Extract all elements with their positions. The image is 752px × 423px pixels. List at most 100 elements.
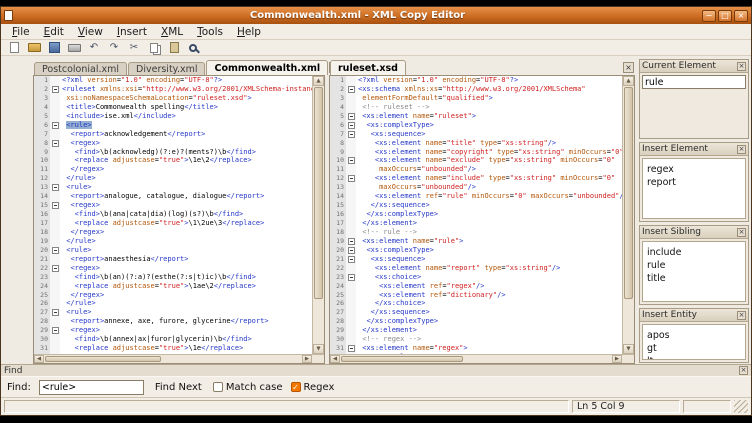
code-line[interactable]: 19 </rule> xyxy=(34,237,312,246)
undo-button[interactable]: ↶ xyxy=(86,41,102,55)
code-line[interactable]: 20 <xs:complexType> xyxy=(330,246,622,255)
fold-toggle-icon[interactable] xyxy=(52,247,59,254)
fold-toggle-icon[interactable] xyxy=(348,274,355,281)
code-line[interactable]: 1<?xml version="1.0" encoding="UTF-8"?> xyxy=(330,76,622,85)
code-line[interactable]: 17 </xs:element> xyxy=(330,219,622,228)
tab-ruleset.xsd[interactable]: ruleset.xsd xyxy=(330,60,406,75)
code-line[interactable]: 14 <xs:element ref="rule" minOccurs="0" … xyxy=(330,192,622,201)
code-line[interactable]: 13 maxOccurs="unbounded"/> xyxy=(330,183,622,192)
scroll-up-icon[interactable]: ▲ xyxy=(313,76,324,86)
code-line[interactable]: 11 maxOccurs="unbounded"/> xyxy=(330,165,622,174)
code-line[interactable]: 11 </regex> xyxy=(34,165,312,174)
menu-help[interactable]: Help xyxy=(230,25,268,39)
list-item[interactable]: report xyxy=(643,176,745,189)
fold-toggle-icon[interactable] xyxy=(348,157,355,164)
code-line[interactable]: 5 <xs:element name="ruleset"> xyxy=(330,112,622,121)
copy-button[interactable] xyxy=(146,41,162,55)
panel-close-icon[interactable]: × xyxy=(737,62,746,71)
left-vertical-scrollbar[interactable]: ▲ ▼ xyxy=(312,76,324,354)
menu-file[interactable]: File xyxy=(5,25,37,39)
fold-toggle-icon[interactable] xyxy=(348,247,355,254)
code-line[interactable]: 23 <xs:choice> xyxy=(330,273,622,282)
code-line[interactable]: 7 <xs:sequence> xyxy=(330,130,622,139)
code-line[interactable]: 31 <replace adjustcase="true">\1e</repla… xyxy=(34,344,312,353)
save-button[interactable] xyxy=(46,41,62,55)
scroll-right-icon[interactable]: ▶ xyxy=(612,355,622,363)
redo-button[interactable]: ↷ xyxy=(106,41,122,55)
fold-toggle-icon[interactable] xyxy=(52,327,59,334)
code-line[interactable]: 3 elementFormDefault="qualified"> xyxy=(330,94,622,103)
menu-view[interactable]: View xyxy=(71,25,110,39)
panel-close-icon[interactable]: × xyxy=(737,311,746,320)
close-button[interactable]: × xyxy=(734,10,748,22)
code-line[interactable]: 26 </rule> xyxy=(34,299,312,308)
fold-toggle-icon[interactable] xyxy=(52,122,59,129)
scroll-thumb[interactable] xyxy=(314,87,323,299)
code-line[interactable]: 22 <regex> xyxy=(34,264,312,273)
code-line[interactable]: 31 <xs:element name="regex"> xyxy=(330,344,622,353)
code-line[interactable]: 4 <!-- ruleset --> xyxy=(330,103,622,112)
scroll-track[interactable] xyxy=(313,86,324,344)
fold-toggle-icon[interactable] xyxy=(348,131,355,138)
match-case-checkbox[interactable]: Match case xyxy=(213,382,283,393)
fold-toggle-icon[interactable] xyxy=(52,86,59,93)
fold-toggle-icon[interactable] xyxy=(348,175,355,182)
code-line[interactable]: 24 <xs:element ref="regex"/> xyxy=(330,282,622,291)
menu-insert[interactable]: Insert xyxy=(110,25,154,39)
maximize-button[interactable]: □ xyxy=(718,10,732,22)
code-line[interactable]: 24 <replace adjustcase="true">\1ae\2</re… xyxy=(34,282,312,291)
fold-toggle-icon[interactable] xyxy=(348,113,355,120)
code-line[interactable]: 29 </xs:element> xyxy=(330,326,622,335)
cut-button[interactable]: ✂ xyxy=(126,41,142,55)
code-line[interactable]: 16 <find>\b(ana|cata|dia)(log)(s?)\b</fi… xyxy=(34,210,312,219)
menu-tools[interactable]: Tools xyxy=(190,25,230,39)
list-item[interactable]: regex xyxy=(643,163,745,176)
list-item[interactable]: rule xyxy=(643,259,745,272)
fold-toggle-icon[interactable] xyxy=(52,184,59,191)
code-line[interactable]: 14 <report>analogue, catalogue, dialogue… xyxy=(34,192,312,201)
fold-toggle-icon[interactable] xyxy=(52,265,59,272)
resize-grip[interactable] xyxy=(734,400,748,413)
list-item[interactable]: lt xyxy=(643,355,745,360)
scroll-thumb[interactable] xyxy=(341,356,463,362)
code-line[interactable]: 19 <xs:element name="rule"> xyxy=(330,237,622,246)
code-line[interactable]: 30 <!-- regex --> xyxy=(330,335,622,344)
fold-toggle-icon[interactable] xyxy=(348,256,355,263)
fold-toggle-icon[interactable] xyxy=(348,122,355,129)
titlebar[interactable]: Commonwealth.xml - XML Copy Editor −□× xyxy=(1,7,751,24)
find-button[interactable] xyxy=(186,41,202,55)
tab-postcolonial.xml[interactable]: Postcolonial.xml xyxy=(34,62,127,75)
scroll-track[interactable] xyxy=(623,86,634,344)
panel-close-icon[interactable]: × xyxy=(737,145,746,154)
code-line[interactable]: 17 <replace adjustcase="true">\1\2ue\3</… xyxy=(34,219,312,228)
code-line[interactable]: 15 </xs:sequence> xyxy=(330,201,622,210)
code-line[interactable]: 16 </xs:complexType> xyxy=(330,210,622,219)
code-line[interactable]: 27 </xs:sequence> xyxy=(330,308,622,317)
tab-commonwealth.xml[interactable]: Commonwealth.xml xyxy=(206,60,328,75)
code-line[interactable]: 28 <report>annexe, axe, furore, glycerin… xyxy=(34,317,312,326)
fold-toggle-icon[interactable] xyxy=(348,345,355,352)
code-line[interactable]: 1<?xml version="1.0" encoding="UTF-8"?> xyxy=(34,76,312,85)
code-line[interactable]: 23 <find>\b(an)(?:a)?(esthe(?:s|t)ic)\b<… xyxy=(34,273,312,282)
fold-toggle-icon[interactable] xyxy=(52,202,59,209)
code-line[interactable]: 21 <report>anaesthesia</report> xyxy=(34,255,312,264)
left-horizontal-scrollbar[interactable]: ◀ ▶ xyxy=(34,354,324,363)
panel-close-icon[interactable]: × xyxy=(737,228,746,237)
code-line[interactable]: 27 <rule> xyxy=(34,308,312,317)
code-line[interactable]: 2<ruleset xmlns:xsi="http://www.w3.org/2… xyxy=(34,85,312,94)
list-item[interactable]: title xyxy=(643,272,745,285)
code-line[interactable]: 15 <regex> xyxy=(34,201,312,210)
code-line[interactable]: 5 <include>ise.xml</include> xyxy=(34,112,312,121)
code-line[interactable]: 30 <find>\b(annex|ax|furor|glycerin)\b</… xyxy=(34,335,312,344)
code-line[interactable]: 22 <xs:element name="report" type="xs:st… xyxy=(330,264,622,273)
find-pane-close-icon[interactable]: × xyxy=(739,366,748,375)
right-vertical-scrollbar[interactable]: ▲ ▼ xyxy=(622,76,634,354)
list-item[interactable]: include xyxy=(643,246,745,259)
right-tabs-close-icon[interactable]: × xyxy=(623,62,634,73)
scroll-left-icon[interactable]: ◀ xyxy=(34,355,44,363)
scroll-down-icon[interactable]: ▼ xyxy=(313,344,324,354)
code-line[interactable]: 10 <xs:element name="exclude" type="xs:s… xyxy=(330,156,622,165)
code-line[interactable]: 18 <!-- rule --> xyxy=(330,228,622,237)
regex-checkbox[interactable]: ✓ Regex xyxy=(291,382,335,393)
code-line[interactable]: 6 <xs:complexType> xyxy=(330,121,622,130)
